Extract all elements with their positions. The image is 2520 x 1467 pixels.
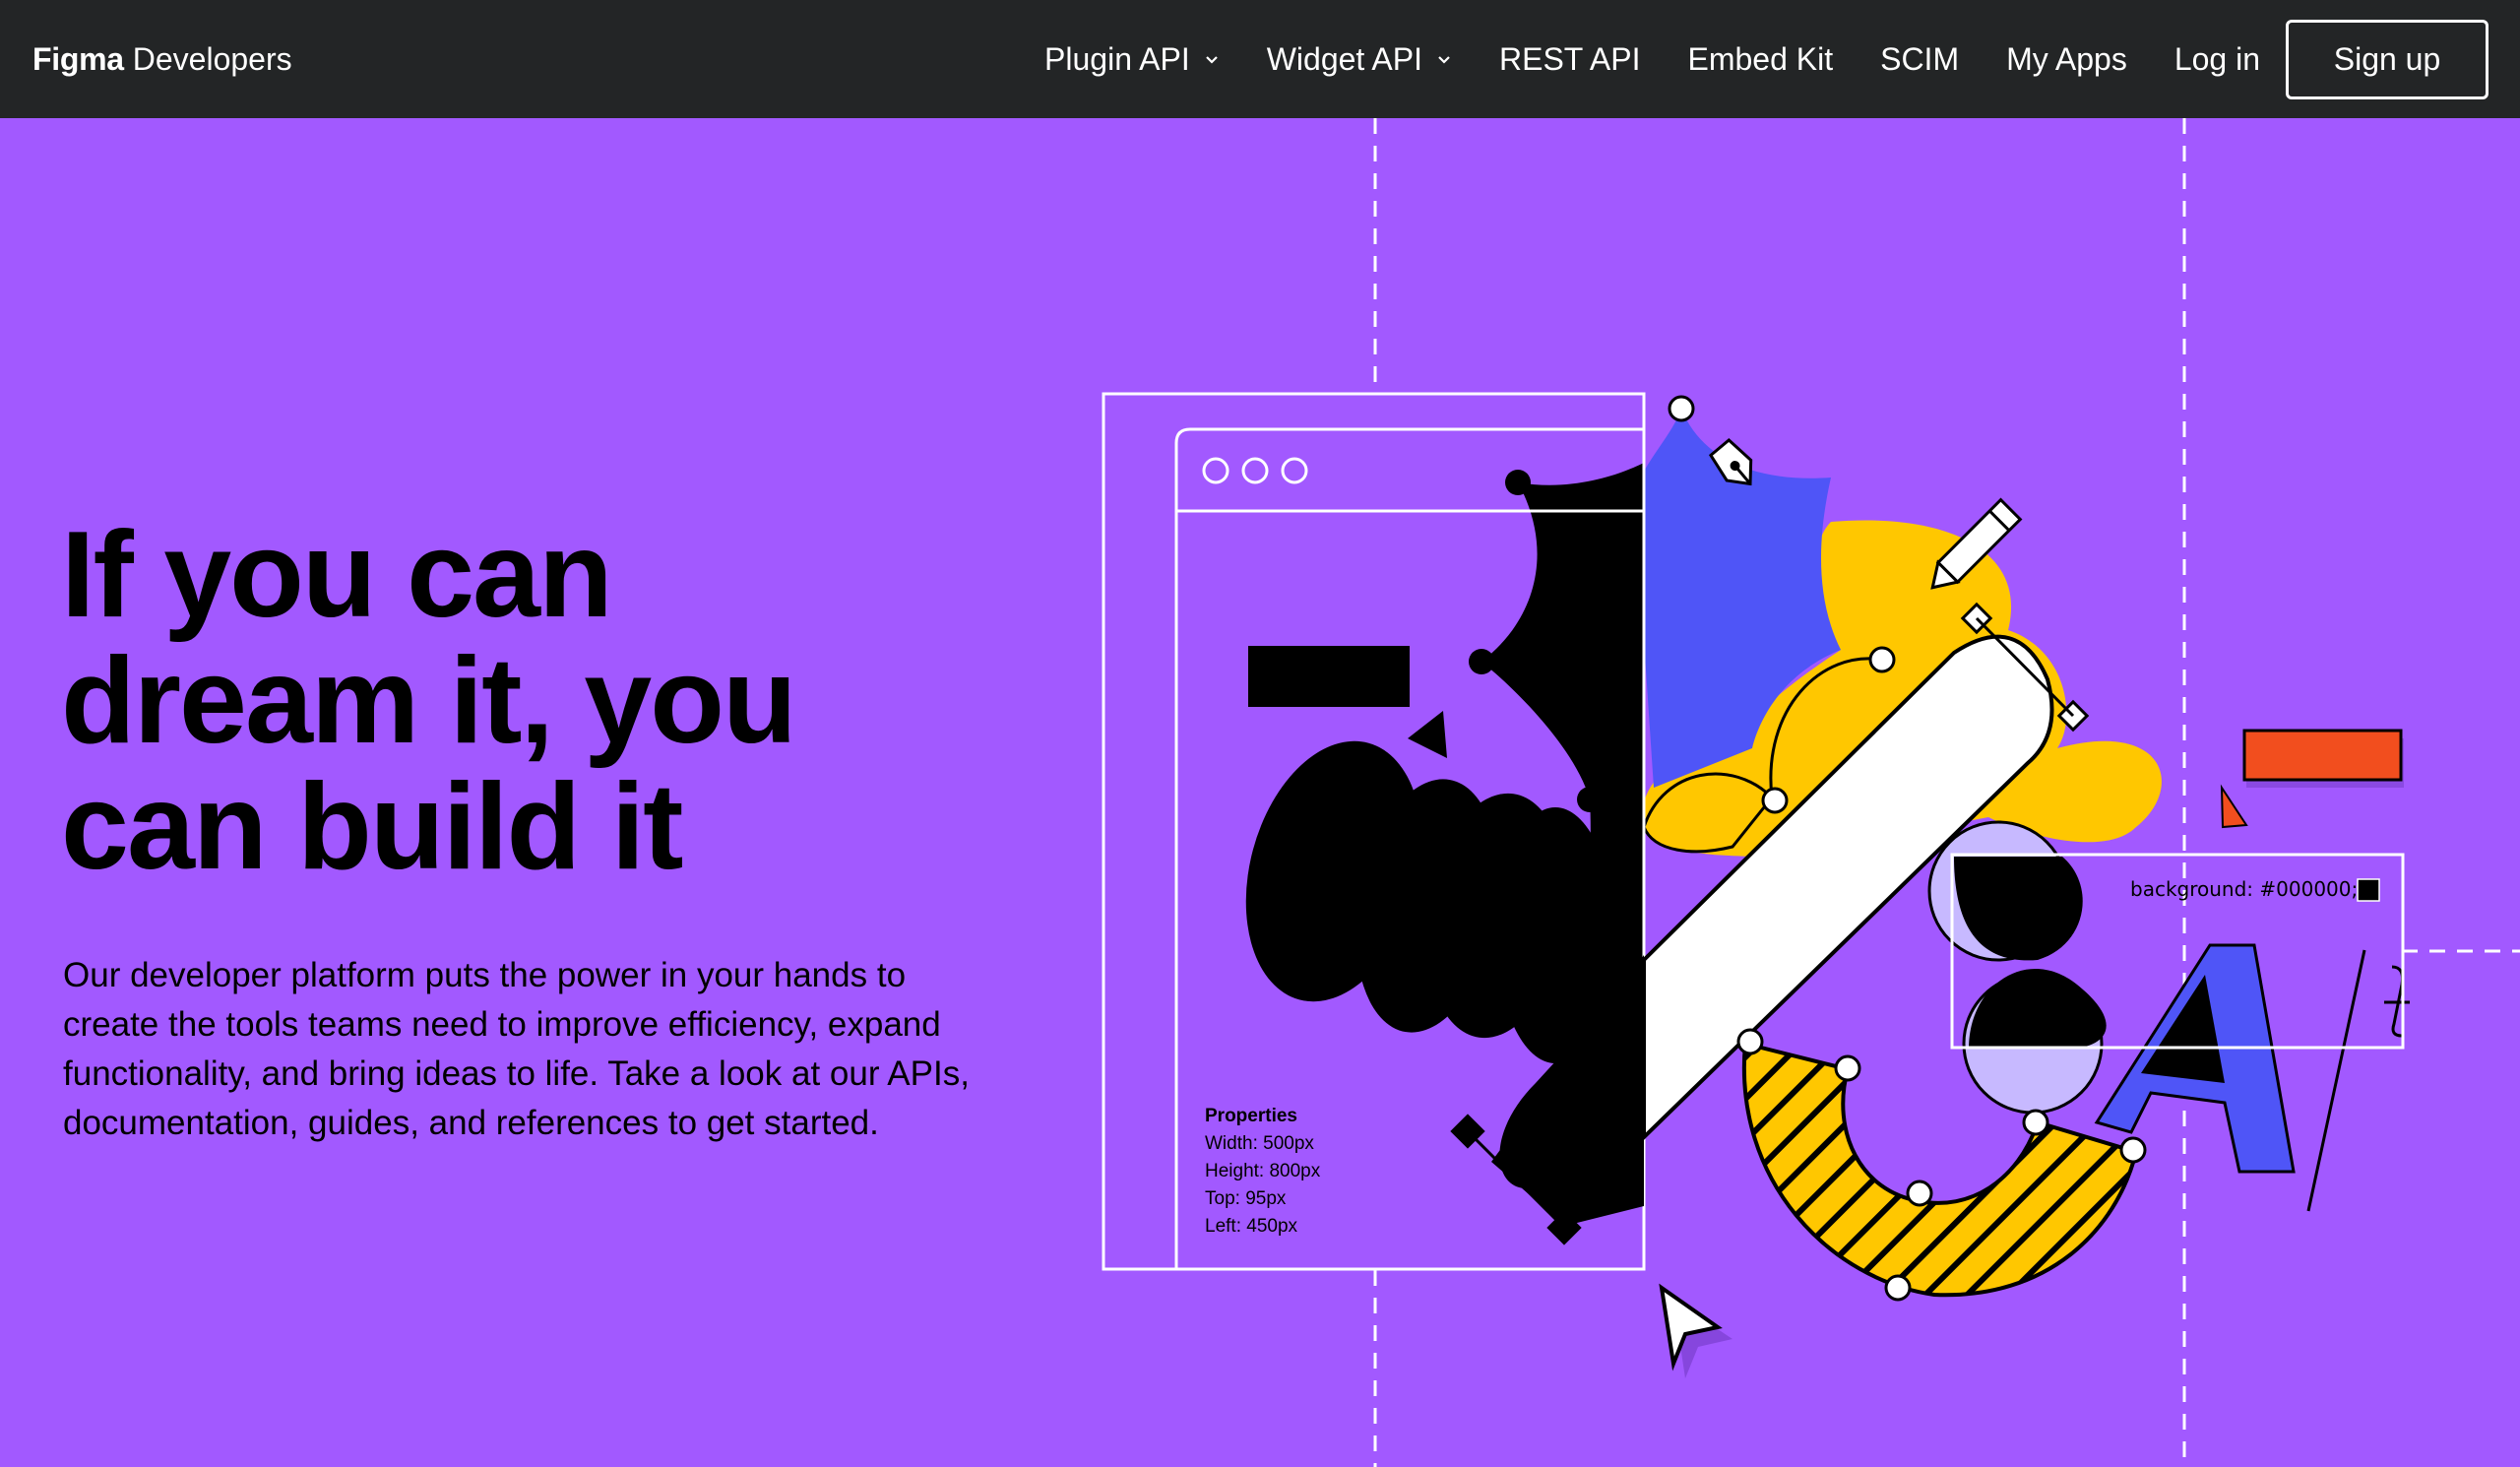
hero-title-line: dream it, you (61, 633, 797, 769)
red-cursor-icon (2220, 784, 2248, 829)
ibeam-icon (2384, 965, 2410, 1038)
properties-heading: Properties (1205, 1106, 1297, 1126)
css-background-label: background: #000000; (2130, 877, 2359, 901)
signup-button[interactable]: Sign up (2286, 19, 2488, 99)
hero-title: If you can dream it, you can build it (61, 512, 947, 890)
black-rectangle (1248, 646, 1410, 707)
property-left: Left: 450px (1205, 1216, 1298, 1237)
nav-scim[interactable]: SCIM (1880, 41, 1959, 78)
window-dot (1241, 457, 1269, 484)
nav-rest-api[interactable]: REST API (1499, 41, 1640, 78)
brand-logo[interactable]: Figma Developers (32, 0, 292, 118)
hero-title-line: can build it (61, 759, 683, 895)
brand-name: Figma (32, 40, 124, 77)
window-dot (1281, 457, 1308, 484)
chevron-down-icon (1436, 51, 1452, 67)
nav-my-apps[interactable]: My Apps (2006, 41, 2127, 78)
red-rectangle (2242, 729, 2403, 782)
main-nav: Plugin API Widget API REST API Embed Kit… (1044, 0, 2520, 118)
color-swatch (2357, 878, 2380, 902)
text-caret (2306, 949, 2366, 1212)
nav-plugin-api[interactable]: Plugin API (1044, 41, 1220, 78)
hero-illustration (1083, 118, 2520, 1467)
properties-panel: Properties Width: 500px Height: 800px To… (1205, 1103, 1320, 1241)
nav-embed-kit[interactable]: Embed Kit (1687, 41, 1833, 78)
nav-widget-api[interactable]: Widget API (1267, 41, 1452, 78)
login-link[interactable]: Log in (2174, 41, 2260, 78)
hero-description: Our developer platform puts the power in… (63, 956, 970, 1142)
property-top: Top: 95px (1205, 1188, 1287, 1209)
chevron-down-icon (1204, 51, 1220, 67)
nav-widget-api-label: Widget API (1266, 40, 1422, 77)
hero-title-line: If you can (61, 507, 613, 643)
top-nav-bar: Figma Developers Plugin API Widget API R… (0, 0, 2520, 118)
black-blobs (1245, 740, 1614, 1063)
property-width: Width: 500px (1205, 1133, 1314, 1154)
window-dot (1202, 457, 1229, 484)
nav-plugin-api-label: Plugin API (1044, 40, 1190, 77)
cursor-icon (1408, 711, 1447, 758)
brand-suffix: Developers (132, 40, 292, 77)
property-height: Height: 800px (1205, 1161, 1321, 1181)
